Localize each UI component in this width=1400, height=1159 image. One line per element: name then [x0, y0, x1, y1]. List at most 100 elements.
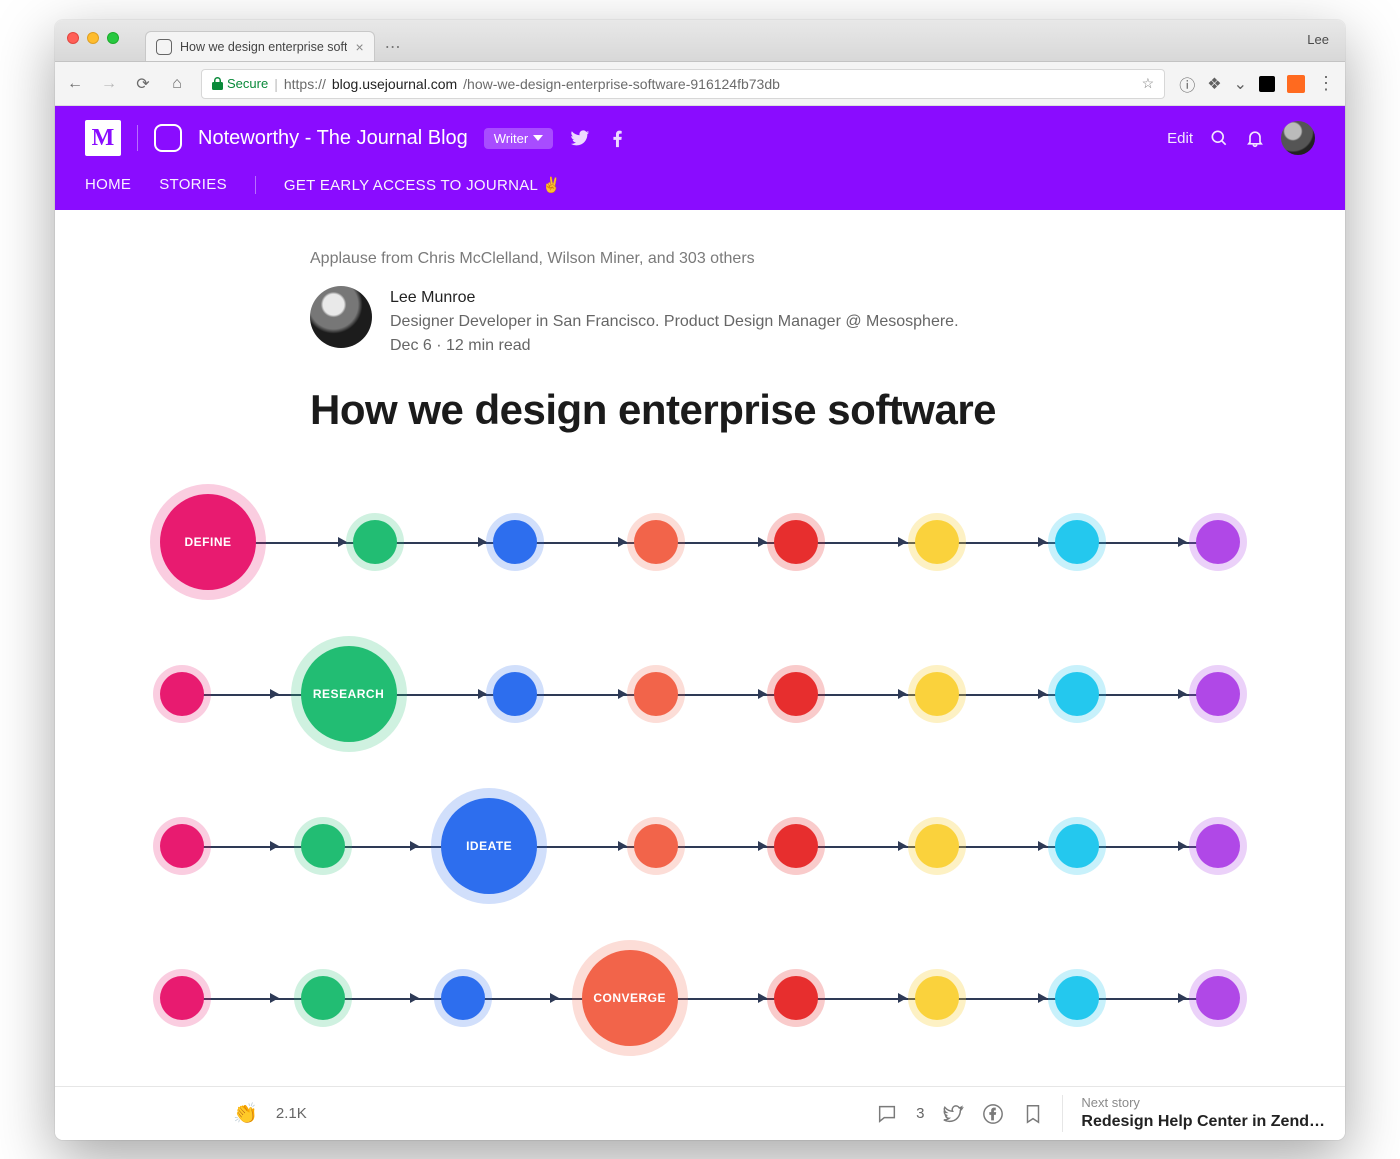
arrow-icon	[410, 841, 419, 851]
arrow-icon	[1178, 689, 1187, 699]
bookmark-star-icon[interactable]: ☆	[1142, 75, 1155, 92]
diagram-node	[160, 672, 204, 716]
diagram-row: RESEARCH	[160, 646, 1240, 742]
arrow-icon	[1038, 537, 1047, 547]
writer-badge-label: Writer	[494, 131, 528, 146]
extension-icon[interactable]	[1287, 75, 1305, 93]
diagram-node	[1196, 976, 1240, 1020]
extension-icons: ⓘ ❖ ⌄ ⋮	[1179, 72, 1335, 96]
publication-name[interactable]: Noteworthy - The Journal Blog	[198, 127, 468, 150]
browser-toolbar: ← → ⟳ ⌂ Secure | https://blog.usejournal…	[55, 62, 1345, 106]
tab-title: How we design enterprise soft	[180, 40, 347, 54]
diagram-node	[915, 824, 959, 868]
publication-logo[interactable]	[154, 124, 182, 152]
arrow-icon	[618, 841, 627, 851]
chrome-menu-button[interactable]: ⋮	[1317, 73, 1335, 94]
arrow-icon	[618, 537, 627, 547]
arrow-icon	[898, 993, 907, 1003]
diagram-node	[493, 672, 537, 716]
diagram-node	[634, 672, 678, 716]
diagram-node	[774, 672, 818, 716]
notifications-icon[interactable]	[1245, 128, 1265, 148]
clap-count: 2.1K	[276, 1105, 307, 1122]
diagram-node	[774, 824, 818, 868]
nav-stories[interactable]: STORIES	[159, 176, 227, 194]
diagram-node	[1055, 520, 1099, 564]
facebook-icon[interactable]	[607, 127, 629, 149]
next-story[interactable]: Next story Redesign Help Center in Zend…	[1062, 1095, 1325, 1133]
byline: Lee Munroe Designer Developer in San Fra…	[310, 286, 1090, 358]
diagram-row: DEFINE	[160, 494, 1240, 590]
address-bar[interactable]: Secure | https://blog.usejournal.com/how…	[201, 69, 1165, 99]
publication-header: M Noteworthy - The Journal Blog Writer E…	[55, 106, 1345, 210]
arrow-icon	[1178, 993, 1187, 1003]
arrow-icon	[270, 841, 279, 851]
search-icon[interactable]	[1209, 128, 1229, 148]
home-button[interactable]: ⌂	[167, 75, 187, 93]
secure-label: Secure	[227, 76, 268, 91]
author-name[interactable]: Lee Munroe	[390, 286, 959, 310]
diagram-node	[493, 520, 537, 564]
new-tab-button[interactable]: ⋯	[381, 35, 405, 59]
article: Applause from Chris McClelland, Wilson M…	[310, 250, 1090, 1046]
window-close-button[interactable]	[67, 32, 79, 44]
diagram-node	[301, 976, 345, 1020]
nav-home[interactable]: HOME	[85, 176, 131, 194]
diagram-node	[301, 824, 345, 868]
arrow-icon	[758, 993, 767, 1003]
author-avatar[interactable]	[310, 286, 372, 348]
window-minimize-button[interactable]	[87, 32, 99, 44]
tab-favicon	[156, 39, 172, 55]
window-maximize-button[interactable]	[107, 32, 119, 44]
chrome-profile-label[interactable]: Lee	[1307, 32, 1329, 47]
diagram-node	[1196, 520, 1240, 564]
arrow-icon	[270, 689, 279, 699]
arrow-icon	[758, 841, 767, 851]
diagram-node	[915, 520, 959, 564]
publication-nav: HOME STORIES GET EARLY ACCESS TO JOURNAL…	[55, 170, 1345, 210]
clap-icon[interactable]: 👏	[233, 1101, 258, 1126]
diagram-node	[1055, 824, 1099, 868]
diagram-node	[353, 520, 397, 564]
diagram-node-converge: CONVERGE	[582, 950, 678, 1046]
article-scroll-area[interactable]: Applause from Chris McClelland, Wilson M…	[55, 210, 1345, 1140]
applause-line: Applause from Chris McClelland, Wilson M…	[310, 250, 1090, 268]
chevron-down-icon	[533, 135, 543, 141]
browser-tab[interactable]: How we design enterprise soft ×	[145, 31, 375, 61]
diagram-node	[1196, 824, 1240, 868]
secure-indicator[interactable]: Secure	[212, 76, 268, 91]
divider	[255, 176, 256, 194]
bookmark-icon[interactable]	[1022, 1103, 1044, 1125]
arrow-icon	[758, 689, 767, 699]
twitter-share-icon[interactable]	[942, 1103, 964, 1125]
diagram-node	[774, 976, 818, 1020]
arrow-icon	[898, 689, 907, 699]
pocket-icon[interactable]: ⌄	[1234, 74, 1247, 94]
lock-icon	[212, 77, 223, 90]
facebook-share-icon[interactable]	[982, 1103, 1004, 1125]
arrow-icon	[270, 993, 279, 1003]
edit-link[interactable]: Edit	[1167, 130, 1193, 147]
diagram-node	[1055, 976, 1099, 1020]
layers-icon[interactable]: ❖	[1207, 74, 1221, 94]
back-button[interactable]: ←	[65, 75, 85, 93]
arrow-icon	[618, 689, 627, 699]
info-icon[interactable]: ⓘ	[1179, 72, 1195, 96]
diagram-node	[915, 672, 959, 716]
arrow-icon	[478, 537, 487, 547]
extension-icon[interactable]	[1259, 76, 1275, 92]
diagram-row: CONVERGE	[160, 950, 1240, 1046]
divider	[137, 125, 138, 151]
nav-early-access[interactable]: GET EARLY ACCESS TO JOURNAL ✌️	[284, 176, 561, 194]
forward-button[interactable]: →	[99, 75, 119, 93]
comments-icon[interactable]	[876, 1103, 898, 1125]
reload-button[interactable]: ⟳	[133, 74, 153, 94]
tab-close-icon[interactable]: ×	[355, 39, 363, 55]
twitter-icon[interactable]	[569, 127, 591, 149]
arrow-icon	[478, 689, 487, 699]
user-avatar[interactable]	[1281, 121, 1315, 155]
writer-badge[interactable]: Writer	[484, 128, 553, 149]
medium-logo[interactable]: M	[85, 120, 121, 156]
diagram-node	[634, 824, 678, 868]
arrow-icon	[1178, 537, 1187, 547]
